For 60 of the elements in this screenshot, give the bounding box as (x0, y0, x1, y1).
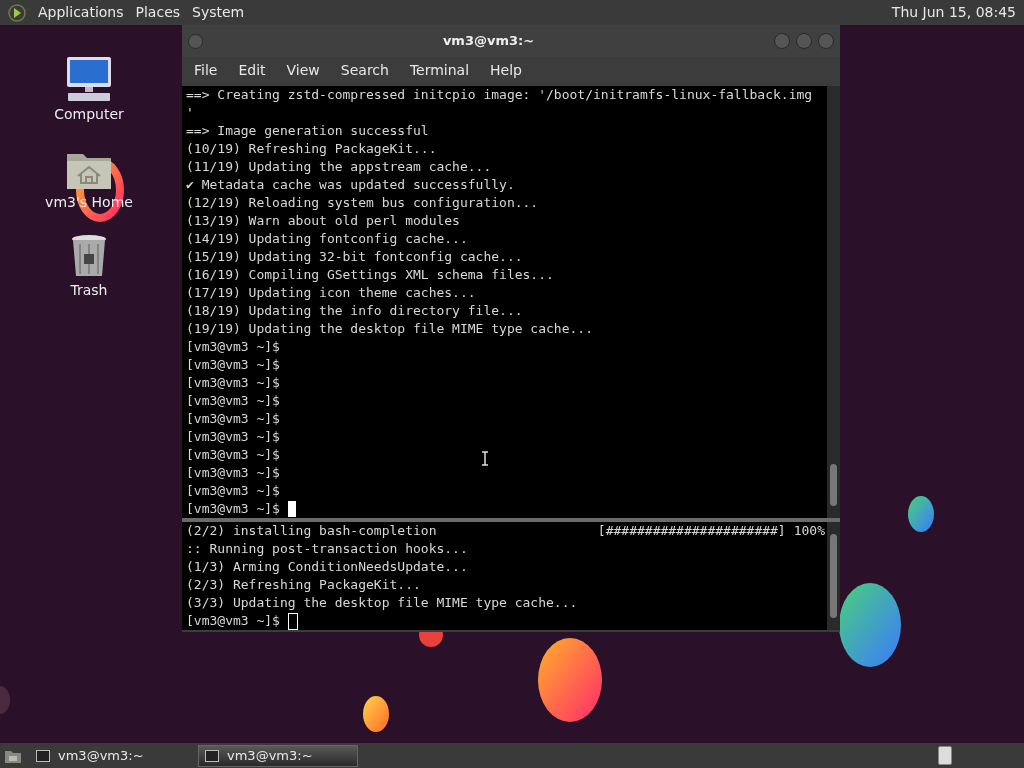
menu-item[interactable]: File (194, 60, 218, 81)
desktop-icon-label[interactable]: Trash (70, 280, 108, 301)
terminal-line: (17/19) Updating icon theme caches... (186, 284, 476, 302)
terminal-line: (2/3) Refreshing PackageKit... (186, 576, 421, 594)
close-button[interactable] (818, 33, 834, 49)
window-menu-icon[interactable] (188, 33, 203, 49)
scrollbar[interactable] (827, 86, 840, 518)
terminal-line: [vm3@vm3 ~]$ (186, 428, 280, 446)
window-title: vm3@vm3:~ (441, 32, 536, 51)
terminal-icon (36, 749, 50, 762)
terminal-line: (11/19) Updating the appstream cache... (186, 158, 492, 176)
computer-icon (64, 56, 114, 102)
clock[interactable]: Thu Jun 15, 08:45 (891, 2, 1016, 23)
terminal-line: (13/19) Warn about old perl modules (186, 212, 460, 230)
taskbar-button[interactable]: vm3@vm3:~ (30, 744, 190, 767)
terminal-line: (2/2) installing bash-completion (186, 522, 437, 540)
menu-item[interactable]: Edit (238, 60, 266, 81)
menu-item[interactable]: View (286, 60, 320, 81)
terminal-line: (3/3) Updating the desktop file MIME type cache... (186, 594, 578, 612)
terminal-line: (14/19) Updating fontconfig cache... (186, 230, 468, 248)
terminal-line: [vm3@vm3 ~]$ (186, 356, 280, 374)
terminal-icon (205, 749, 219, 762)
menu-item[interactable]: Terminal (409, 60, 470, 81)
maximize-button[interactable] (796, 33, 812, 49)
terminal-line: [vm3@vm3 ~]$ (186, 392, 280, 410)
terminal-line: (10/19) Refreshing PackageKit... (186, 140, 437, 158)
terminal-line: :: Running post-transaction hooks... (186, 540, 468, 558)
terminal-prompt: [vm3@vm3 ~]$ (186, 500, 280, 518)
terminal-line: ==> Image generation successful (186, 122, 429, 140)
minimize-button[interactable] (774, 33, 790, 49)
progress-text: [######################] (597, 522, 786, 540)
terminal-line: [vm3@vm3 ~]$ (186, 374, 280, 392)
terminal-line: [vm3@vm3 ~]$ (186, 446, 280, 464)
desktop-icon-label[interactable]: Computer (54, 104, 124, 125)
terminal-line: [vm3@vm3 ~]$ (186, 338, 280, 356)
menu-item[interactable]: Help (490, 60, 522, 81)
distro-logo-icon[interactable] (8, 3, 26, 22)
menu-item[interactable]: Search (340, 60, 389, 81)
terminal-line: [vm3@vm3 ~]$ (186, 410, 280, 428)
terminal-line: ✔ Metadata cache was updated successfully. (186, 176, 515, 194)
terminal-line: (15/19) Updating 32-bit fontconfig cache... (186, 248, 523, 266)
terminal-line: ' (186, 104, 194, 122)
terminal-line: (19/19) Updating the desktop file MIME type cache... (186, 320, 593, 338)
taskbar-button[interactable]: vm3@vm3:~ (198, 744, 358, 767)
terminal-line: (18/19) Updating the info directory file... (186, 302, 523, 320)
terminal-prompt: [vm3@vm3 ~]$ (186, 612, 280, 630)
terminal-line: ==> Creating zstd-compressed initcpio image: '/boot/initramfs-linux-fallback.img (186, 86, 813, 104)
panel-menu[interactable]: Places (135, 2, 181, 23)
terminal-line: [vm3@vm3 ~]$ (186, 464, 280, 482)
text-cursor-icon (481, 451, 489, 466)
terminal-line: (1/3) Arming ConditionNeedsUpdate... (186, 558, 468, 576)
terminal-line: [vm3@vm3 ~]$ (186, 482, 280, 500)
scrollbar[interactable] (827, 522, 840, 630)
terminal-line: (12/19) Reloading system bus configuration... (186, 194, 539, 212)
percent-text: 100% (793, 522, 825, 540)
workspace-switcher-icon[interactable] (938, 746, 952, 765)
panel-menu[interactable]: System (192, 2, 245, 23)
terminal-line: (16/19) Compiling GSettings XML schema files... (186, 266, 554, 284)
panel-menu[interactable]: Applications (38, 2, 124, 23)
trash-icon (70, 234, 108, 278)
